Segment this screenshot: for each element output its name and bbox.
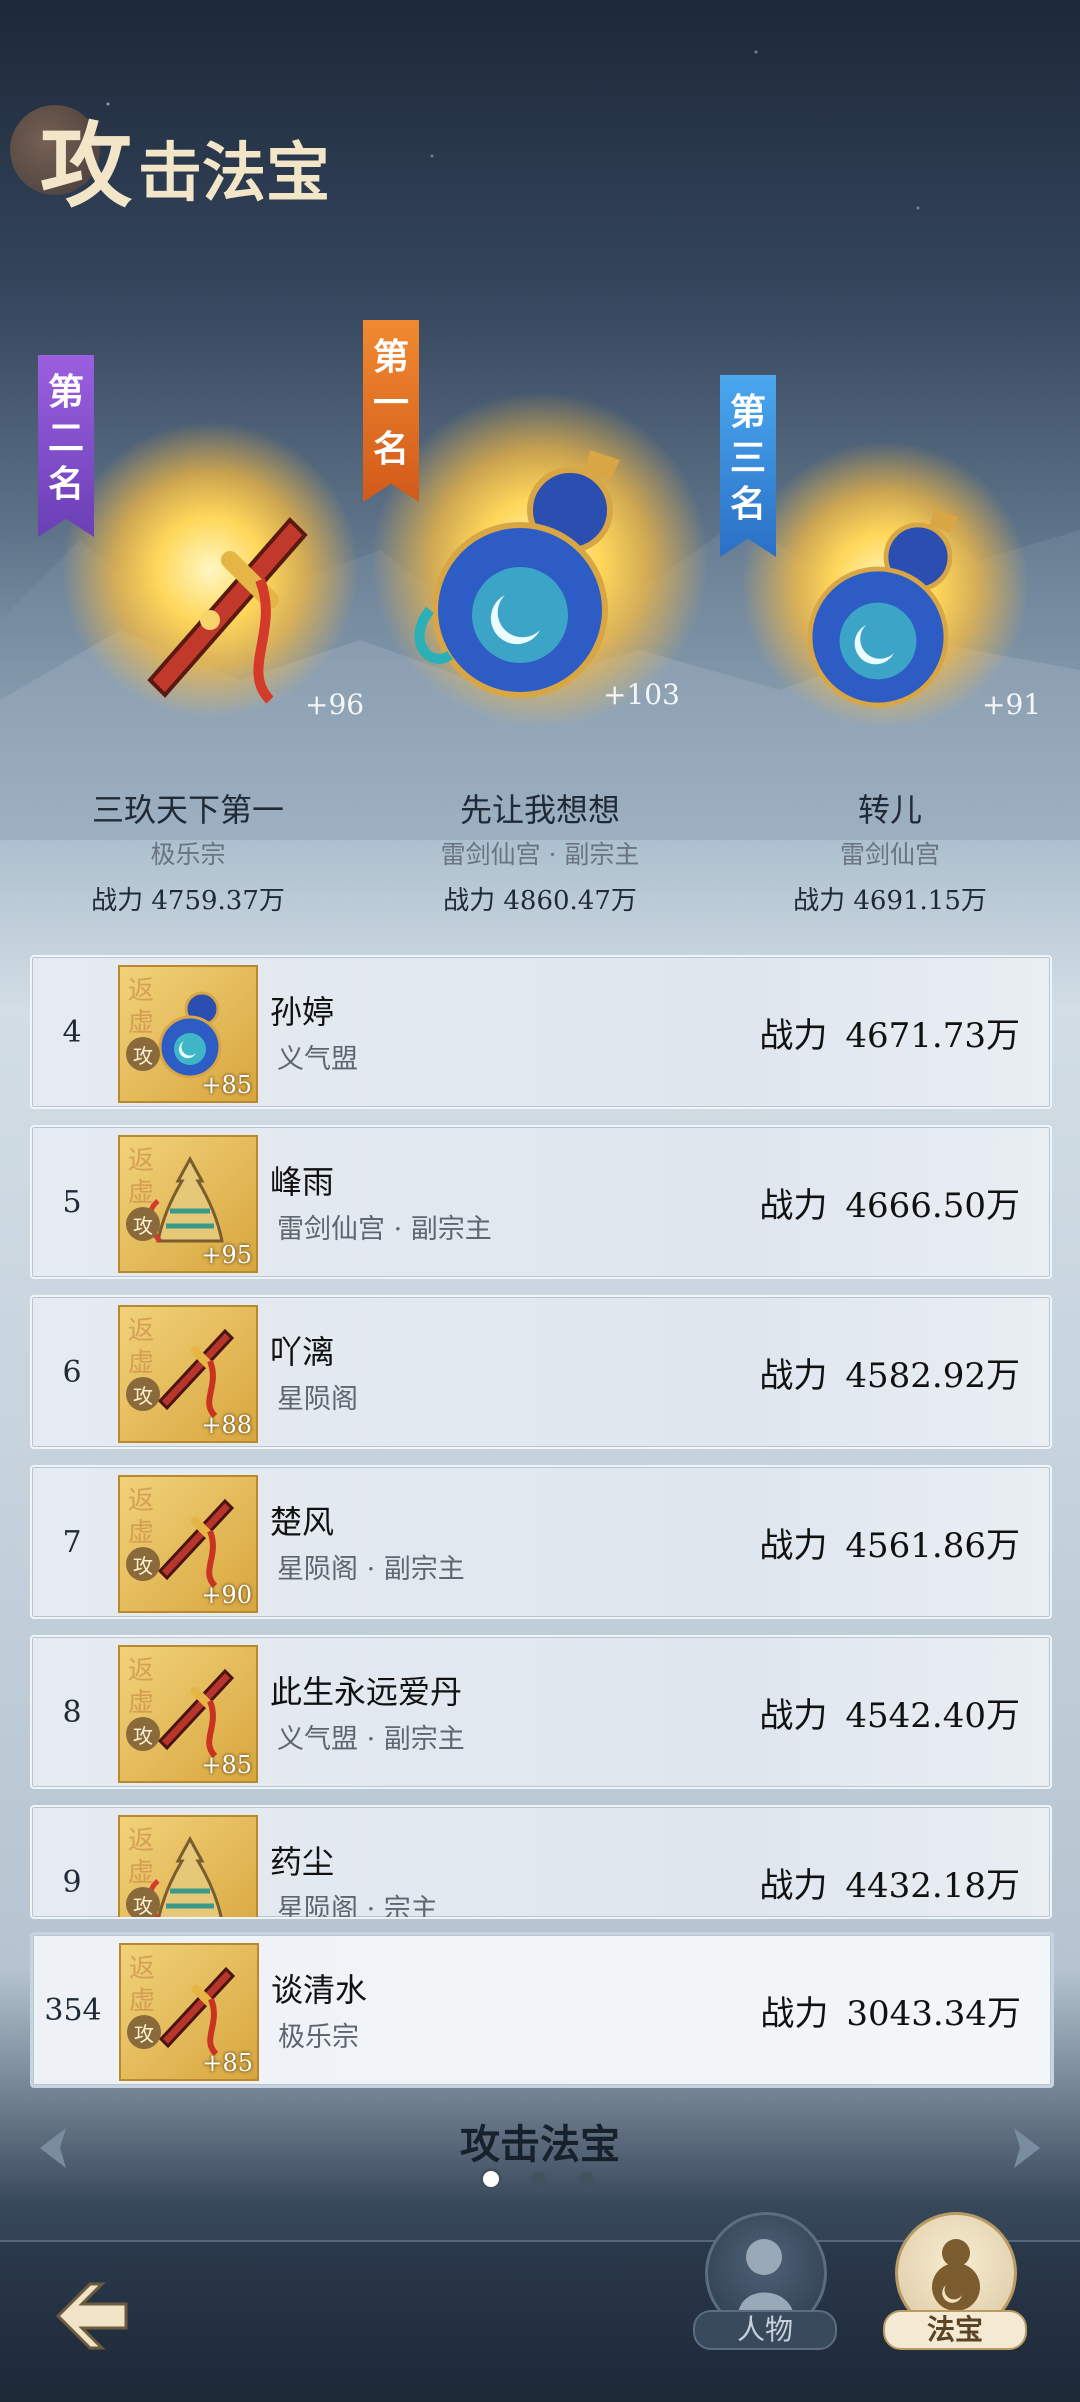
ranking-row[interactable]: 4 返虚攻 +85 孙婷义气盟 战力 4671.73万: [30, 955, 1052, 1109]
player-power: 战力 4671.73万: [759, 1015, 1020, 1056]
player-sect: 义气盟: [277, 1044, 358, 1075]
treasure-thumbnail: 返虚攻 +85: [118, 965, 258, 1103]
player-power: 战力 4432.18万: [759, 1865, 1020, 1906]
ranking-row[interactable]: 6 返虚攻 +88 吖漓星陨阁 战力 4582.92万: [30, 1295, 1052, 1449]
player-sect: 雷剑仙宫 · 副宗主: [277, 1214, 492, 1245]
player-power: 战力 4561.86万: [759, 1525, 1020, 1566]
player-name: 楚风: [270, 1503, 335, 1541]
podium-power: 战力 4860.47万: [443, 886, 637, 916]
next-page-arrow-icon[interactable]: [994, 2120, 1050, 2176]
player-name: 孙婷: [270, 993, 335, 1031]
back-arrow-icon[interactable]: [46, 2268, 142, 2364]
podium-power: 战力 4691.15万: [793, 886, 987, 916]
podium-power: 战力 4759.37万: [91, 886, 285, 916]
rank-number: 354: [44, 1992, 102, 2028]
attack-badge: 攻: [126, 1377, 160, 1411]
treasure-thumbnail: 返虚 攻 +85: [119, 1943, 259, 2081]
player-power: 战力 4582.92万: [759, 1355, 1020, 1396]
rank-number: 6: [62, 1354, 82, 1390]
player-power: 战力 3043.34万: [760, 1993, 1021, 2034]
player-power: 战力 4666.50万: [759, 1185, 1020, 1226]
ranking-row[interactable]: 5 返虚攻 +95 峰雨雷剑仙宫 · 副宗主 战力 4666.50万: [30, 1125, 1052, 1279]
player-power: 战力 4542.40万: [759, 1695, 1020, 1736]
podium-sect: 雷剑仙宫: [839, 840, 940, 869]
player-sect: 星陨阁 · 宗主: [277, 1894, 438, 1919]
gourd-icon: [807, 509, 958, 708]
my-rank-row[interactable]: 354 返虚 攻 +85 谈清水 极乐宗 战力 3043.34万: [30, 1932, 1054, 2088]
player-name: 药尘: [270, 1843, 335, 1881]
sword-icon: [147, 517, 308, 704]
player-sect: 星陨阁: [277, 1384, 358, 1415]
player-name: 此生永远爱丹: [270, 1673, 463, 1711]
treasure-thumbnail: 返虚攻: [118, 1815, 258, 1917]
player-sect: 星陨阁 · 副宗主: [277, 1554, 465, 1585]
ranking-row[interactable]: 8 返虚攻 +85 此生永远爱丹义气盟 · 副宗主 战力 4542.40万: [30, 1635, 1052, 1789]
rank-banner-second: 第二名: [38, 355, 94, 537]
treasure-thumbnail: 返虚攻 +95: [118, 1135, 258, 1273]
attack-badge: 攻: [126, 1207, 160, 1241]
ranking-row[interactable]: 9 返虚攻药尘星陨阁 · 宗主 战力 4432.18万: [30, 1805, 1052, 1919]
treasure-thumbnail: 返虚攻 +88: [118, 1305, 258, 1443]
player-sect: 极乐宗: [278, 2022, 359, 2053]
rank-banner-third: 第三名: [720, 375, 776, 557]
page-dot-active[interactable]: [480, 2168, 502, 2190]
podium-name: 三玖天下第一: [91, 791, 284, 829]
treasure-thumbnail: 返虚攻 +85: [118, 1645, 258, 1783]
podium-name: 先让我想想: [459, 791, 620, 829]
page-indicator: [480, 2168, 600, 2190]
rank-number: 9: [62, 1864, 82, 1900]
category-title: 攻击法宝: [460, 2121, 620, 2168]
ranking-row[interactable]: 7 返虚攻 +90 楚风星陨阁 · 副宗主 战力 4561.86万: [30, 1465, 1052, 1619]
podium-sect: 雷剑仙宫 · 副宗主: [440, 840, 640, 869]
player-name: 峰雨: [270, 1163, 335, 1201]
page-dot[interactable]: [580, 2172, 594, 2186]
rank-number: 5: [62, 1184, 82, 1220]
player-sect: 义气盟 · 副宗主: [277, 1724, 465, 1755]
podium-sect: 极乐宗: [150, 840, 226, 869]
rank-number: 8: [62, 1694, 82, 1730]
player-name: 谈清水: [271, 1971, 368, 2009]
attack-badge: 攻: [126, 1717, 160, 1751]
podium-name: 转儿: [857, 791, 922, 829]
page-title: 攻 击法宝: [40, 112, 331, 220]
gourd-icon: [414, 450, 620, 698]
treasure-thumbnail: 返虚攻 +90: [118, 1475, 258, 1613]
rank-number: 4: [62, 1014, 82, 1050]
attack-badge: 攻: [126, 1547, 160, 1581]
attack-badge: 攻: [126, 1887, 160, 1917]
player-name: 吖漓: [270, 1333, 335, 1371]
attack-badge: 攻: [126, 1037, 160, 1071]
attack-badge: 攻: [127, 2015, 161, 2049]
rank-number: 7: [62, 1524, 82, 1560]
page-dot[interactable]: [532, 2172, 546, 2186]
